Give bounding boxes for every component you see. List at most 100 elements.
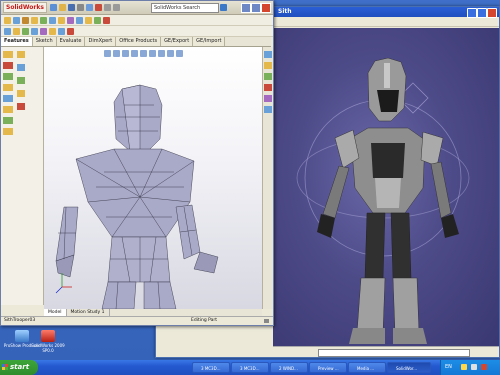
minimize-icon[interactable] (467, 8, 477, 18)
options-icon[interactable] (103, 4, 111, 11)
tree-icon[interactable] (3, 62, 13, 69)
appearance-icon[interactable] (49, 27, 56, 35)
mirror-icon[interactable] (76, 16, 83, 24)
taskbar-button[interactable]: 3 MC3D... (231, 362, 269, 373)
maximize-icon[interactable] (477, 8, 487, 18)
solidworks-window[interactable]: SolidWorks SolidWorks Search Features Sk… (0, 0, 274, 326)
tree-icon[interactable] (3, 73, 13, 80)
viewer-3d-viewport[interactable] (273, 28, 499, 346)
network-icon[interactable] (471, 364, 477, 370)
chamfer-icon[interactable] (49, 16, 56, 24)
taskbar-button[interactable]: SolidWor... (387, 362, 431, 373)
loft-icon[interactable] (31, 16, 38, 24)
command-manager-row-2 (1, 26, 273, 37)
resources-icon[interactable] (264, 51, 272, 58)
tree-icon[interactable] (3, 106, 13, 113)
tree-icon[interactable] (17, 103, 25, 110)
start-label: start (10, 363, 30, 371)
tab-evaluate[interactable]: Evaluate (56, 37, 86, 46)
sweep-icon[interactable] (22, 16, 29, 24)
tree-icon[interactable] (17, 77, 25, 84)
zoom-icon[interactable] (13, 27, 20, 35)
search-icon[interactable] (220, 4, 227, 11)
minimize-icon[interactable] (241, 3, 251, 13)
help-icon[interactable] (264, 319, 269, 323)
section-icon[interactable] (131, 50, 138, 57)
restore-icon[interactable] (251, 3, 261, 13)
tab-ge-import[interactable]: GE/Import (193, 37, 226, 46)
curves-icon[interactable] (94, 16, 101, 24)
heads-up-view-toolbar (104, 50, 183, 57)
display-style-icon[interactable] (40, 27, 47, 35)
tab-dimxpert[interactable]: DimXpert (85, 37, 117, 46)
section-view-icon[interactable] (31, 27, 38, 35)
tab-office-products[interactable]: Office Products (116, 37, 162, 46)
tab-motion-study[interactable]: Motion Study 1 (67, 309, 110, 316)
tree-icon[interactable] (17, 51, 25, 58)
speaker-icon[interactable] (461, 364, 467, 370)
photoview-icon[interactable] (67, 27, 74, 35)
zoom-area-icon[interactable] (113, 50, 120, 57)
tab-sketch[interactable]: Sketch (32, 37, 57, 46)
file-explorer-icon[interactable] (264, 73, 272, 80)
search-input[interactable]: SolidWorks Search (151, 3, 219, 13)
appearances-icon[interactable] (264, 95, 272, 102)
wireframe-trooper-model (55, 84, 219, 309)
tab-features[interactable]: Features (1, 37, 33, 46)
rotate-icon[interactable] (22, 27, 29, 35)
tree-icon[interactable] (17, 90, 25, 97)
view-icon[interactable] (4, 27, 11, 35)
language-indicator[interactable]: EN (445, 360, 452, 375)
solidworks-titlebar[interactable]: SolidWorks SolidWorks Search (1, 1, 273, 15)
tree-icon[interactable] (3, 117, 13, 124)
taskbar-button[interactable]: 3 MC3D... (192, 362, 230, 373)
apply-scene-icon[interactable] (176, 50, 183, 57)
tree-icon[interactable] (3, 95, 13, 102)
help-icon[interactable] (112, 4, 120, 11)
solidworks-graphics-area[interactable] (44, 47, 262, 309)
desktop-icon-solidworks[interactable]: SolidWorks 2009 SP0.0 (29, 330, 67, 353)
tree-icon[interactable] (17, 64, 25, 71)
rebuild-icon[interactable] (94, 4, 102, 11)
left-toolbar-2 (17, 51, 25, 116)
shell-icon[interactable] (67, 16, 74, 24)
taskbar-button[interactable]: Preview ... (309, 362, 347, 373)
start-button[interactable]: start (0, 360, 38, 375)
undo-icon[interactable] (85, 4, 93, 11)
new-file-icon[interactable] (49, 4, 57, 11)
tree-icon[interactable] (3, 128, 13, 135)
design-library-icon[interactable] (264, 62, 272, 69)
view-palette-icon[interactable] (264, 84, 272, 91)
tab-ge-export[interactable]: GE/Export (161, 37, 194, 46)
system-tray: EN (440, 360, 500, 375)
zoom-fit-icon[interactable] (104, 50, 111, 57)
rib-icon[interactable] (58, 16, 65, 24)
taskbar-button[interactable]: Media ... (348, 362, 386, 373)
display-style-icon[interactable] (149, 50, 156, 57)
feature-manager-panel[interactable] (1, 47, 44, 305)
close-icon[interactable] (487, 8, 497, 18)
instant3d-icon[interactable] (103, 16, 110, 24)
hide-show-icon[interactable] (158, 50, 165, 57)
shield-icon[interactable] (481, 364, 487, 370)
command-manager-row-1 (1, 15, 273, 26)
custom-properties-icon[interactable] (264, 106, 272, 113)
view-orientation-icon[interactable] (140, 50, 147, 57)
tree-icon[interactable] (3, 51, 13, 58)
revolve-icon[interactable] (13, 16, 20, 24)
scene-icon[interactable] (58, 27, 65, 35)
taskbar-button[interactable]: 2 WIND... (270, 362, 308, 373)
tree-icon[interactable] (3, 84, 13, 91)
task-pane-tabs[interactable] (262, 47, 273, 309)
pattern-icon[interactable] (85, 16, 92, 24)
previous-view-icon[interactable] (122, 50, 129, 57)
print-icon[interactable] (76, 4, 84, 11)
save-icon[interactable] (67, 4, 75, 11)
open-folder-icon[interactable] (58, 4, 66, 11)
tab-model[interactable]: Model (44, 309, 67, 316)
edit-appearance-icon[interactable] (167, 50, 174, 57)
extrude-icon[interactable] (4, 16, 11, 24)
fillet-icon[interactable] (40, 16, 47, 24)
close-icon[interactable] (261, 3, 271, 13)
solidworks-logo[interactable]: SolidWorks (3, 2, 47, 13)
